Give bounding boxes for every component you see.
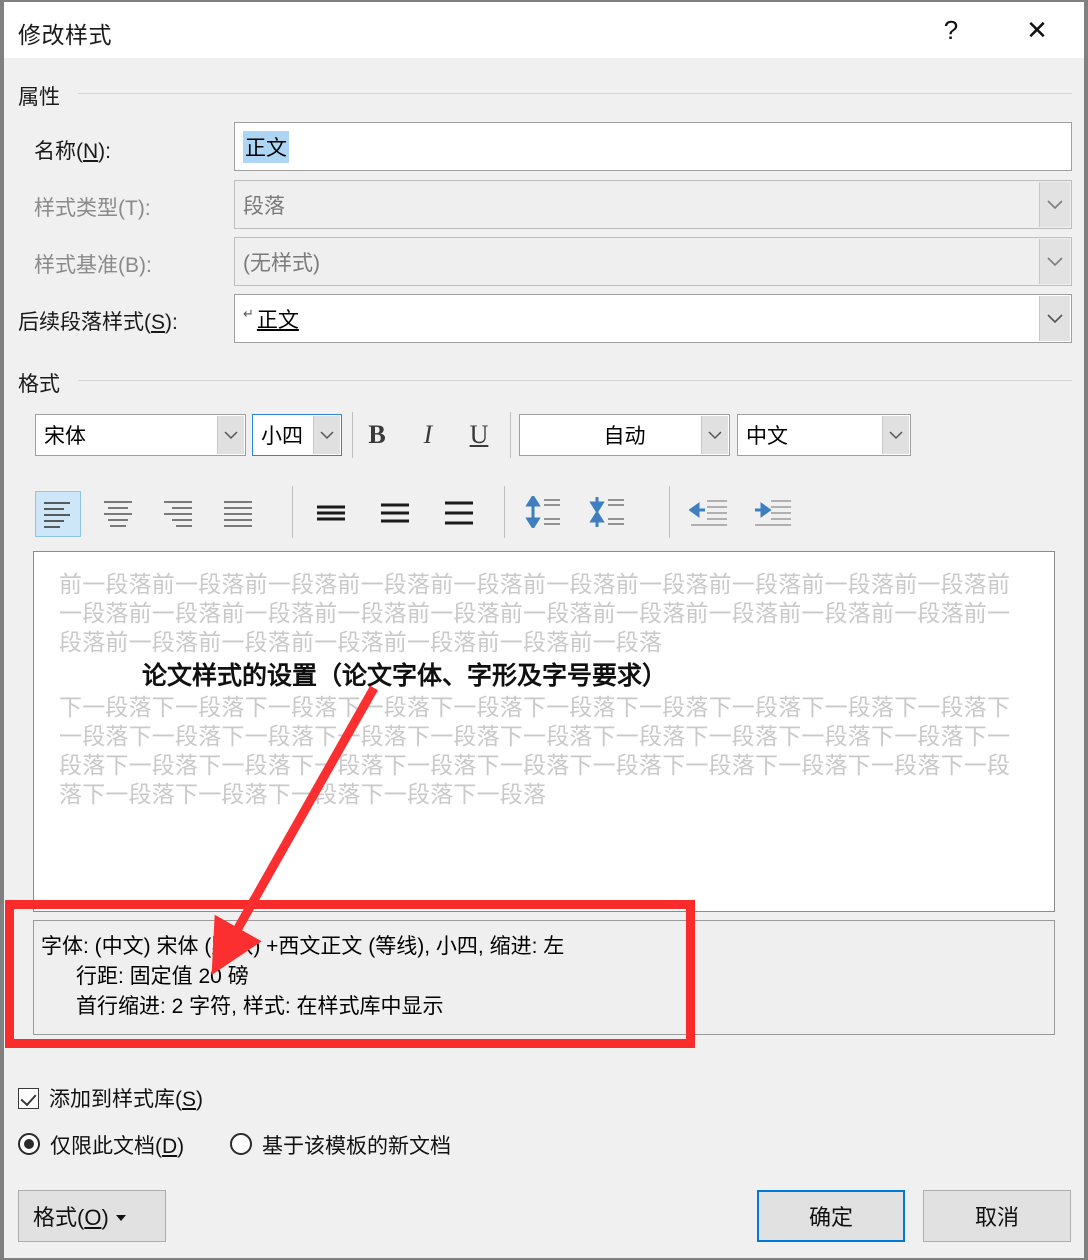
increase-paragraph-spacing-icon[interactable]: [520, 489, 566, 535]
next-paragraph-style-label: 后续段落样式(S):: [18, 311, 178, 334]
preview-sample-text: 论文样式的设置（论文字体、字形及字号要求）: [142, 661, 668, 690]
scope-this-document-label: 仅限此文档(D): [50, 1135, 185, 1158]
name-input[interactable]: 正文: [234, 122, 1072, 171]
style-description-box: 字体: (中文) 宋体 (默认) +西文正文 (等线), 小四, 缩进: 左 行…: [33, 920, 1055, 1035]
chevron-down-icon[interactable]: [217, 416, 244, 454]
cancel-button[interactable]: 取消: [923, 1190, 1071, 1242]
toolbar-separator: [352, 412, 353, 458]
style-type-combo[interactable]: 段落: [234, 180, 1072, 229]
align-justify-icon[interactable]: [215, 491, 261, 537]
chevron-down-icon[interactable]: [1039, 239, 1070, 284]
description-line-2: 行距: 固定值 20 磅: [76, 965, 249, 988]
chevron-down-icon[interactable]: [1039, 182, 1070, 227]
format-menu-button[interactable]: 格式(O): [18, 1190, 166, 1242]
next-paragraph-style-value: 正文: [256, 308, 299, 332]
description-line-3: 首行缩进: 2 字符, 样式: 在样式库中显示: [76, 995, 444, 1018]
pilcrow-icon: ↵: [243, 305, 254, 321]
name-field-label: 名称(N):: [34, 140, 111, 163]
chevron-down-icon[interactable]: [882, 416, 909, 454]
style-type-value: 段落: [243, 194, 285, 218]
caret-down-icon: [115, 1215, 126, 1221]
toolbar-separator: [510, 412, 511, 458]
font-color-value: 自动: [603, 425, 646, 448]
align-left-icon[interactable]: [35, 491, 81, 537]
scope-new-documents-label: 基于该模板的新文档: [262, 1135, 451, 1158]
preview-before-text: 前一段落前一段落前一段落前一段落前一段落前一段落前一段落前一段落前一段落前一段落…: [59, 572, 1011, 656]
properties-group-label: 属性: [18, 86, 60, 109]
properties-group-divider: [78, 93, 1072, 94]
close-icon[interactable]: ✕: [1014, 2, 1060, 58]
line-spacing-single-icon[interactable]: [308, 491, 354, 537]
modify-style-dialog: 修改样式 ? ✕ 属性 名称(N): 正文 样式类型(T): 段落 样式基准(B…: [4, 2, 1084, 1258]
add-to-gallery-checkbox[interactable]: [18, 1088, 39, 1109]
preview-after-text: 下一段落下一段落下一段落下一段落下一段落下一段落下一段落下一段落下一段落下一段落…: [59, 695, 1011, 808]
line-spacing-double-icon[interactable]: [436, 491, 482, 537]
help-icon[interactable]: ?: [928, 2, 974, 58]
format-group-label: 格式: [18, 373, 60, 396]
add-to-gallery-label: 添加到样式库(S): [49, 1088, 204, 1111]
style-type-label: 样式类型(T):: [34, 197, 151, 220]
font-size-combo[interactable]: 小四: [252, 414, 342, 456]
decrease-indent-icon[interactable]: [686, 491, 732, 537]
font-family-combo[interactable]: 宋体: [35, 414, 246, 456]
align-right-icon[interactable]: [155, 491, 201, 537]
language-combo[interactable]: 中文: [737, 414, 911, 456]
chevron-down-icon[interactable]: [313, 416, 340, 454]
next-paragraph-style-combo[interactable]: ↵ 正文: [234, 294, 1072, 343]
style-base-combo[interactable]: (无样式): [234, 237, 1072, 286]
description-line-1: 字体: (中文) 宋体 (默认) +西文正文 (等线), 小四, 缩进: 左: [41, 935, 565, 958]
format-menu-label: 格式(O): [33, 1205, 109, 1230]
font-family-value: 宋体: [44, 425, 86, 448]
line-spacing-1-5-icon[interactable]: [372, 491, 418, 537]
style-preview-pane: 前一段落前一段落前一段落前一段落前一段落前一段落前一段落前一段落前一段落前一段落…: [33, 551, 1055, 912]
align-center-icon[interactable]: [95, 491, 141, 537]
italic-button[interactable]: I: [411, 417, 445, 453]
dialog-title: 修改样式: [18, 22, 112, 48]
toolbar-separator: [669, 486, 670, 538]
underline-button[interactable]: U: [462, 417, 496, 453]
language-value: 中文: [746, 425, 788, 448]
font-color-combo[interactable]: 自动: [519, 414, 730, 456]
scope-this-document-radio[interactable]: [18, 1133, 40, 1155]
scope-new-documents-radio[interactable]: [230, 1133, 252, 1155]
chevron-down-icon[interactable]: [701, 416, 728, 454]
toolbar-separator: [292, 486, 293, 538]
chevron-down-icon[interactable]: [1039, 296, 1070, 341]
dialog-titlebar: 修改样式 ? ✕: [4, 2, 1084, 58]
ok-button[interactable]: 确定: [757, 1190, 905, 1242]
name-input-value: 正文: [243, 130, 289, 163]
bold-button[interactable]: B: [360, 417, 394, 453]
style-base-value: (无样式): [243, 251, 320, 275]
font-size-value: 小四: [261, 425, 303, 448]
increase-indent-icon[interactable]: [750, 491, 796, 537]
format-group-divider: [78, 380, 1072, 381]
decrease-paragraph-spacing-icon[interactable]: [584, 489, 630, 535]
toolbar-separator: [504, 486, 505, 538]
style-base-label: 样式基准(B):: [34, 254, 152, 277]
